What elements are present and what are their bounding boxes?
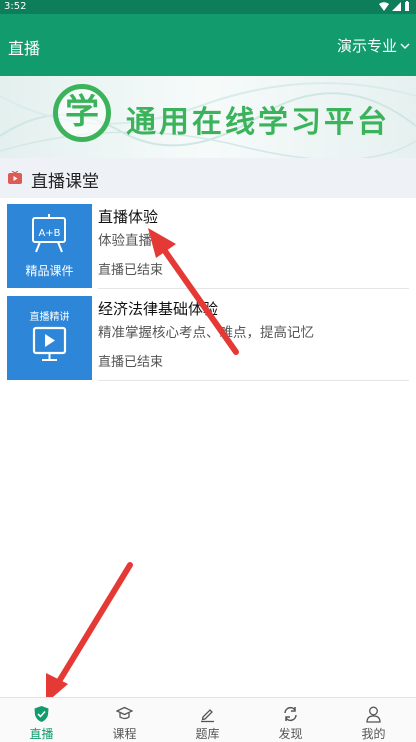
course-title: 经济法律基础体验 — [98, 300, 219, 318]
section-title: 直播课堂 — [31, 172, 99, 192]
chevron-down-icon — [400, 43, 410, 49]
wifi-icon — [379, 1, 389, 11]
course-description: 体验直播 — [98, 233, 152, 249]
bottom-tab-bar: 直播 课程 题库 发现 我的 — [0, 697, 416, 742]
course-item[interactable]: 直播精讲 经济法律基础体验 精准掌握核心考点、难点，提高记忆 直播已结束 — [7, 296, 409, 381]
major-selector[interactable]: 演示专业 — [337, 35, 410, 56]
tab-label: 课程 — [112, 727, 137, 741]
page-title: 直播 — [8, 39, 41, 58]
tab-profile[interactable]: 我的 — [332, 698, 415, 742]
course-thumbnail: A+B 精品课件 — [7, 204, 92, 288]
arrow-to-live-tab — [46, 562, 133, 703]
graduation-cap-icon — [116, 706, 133, 720]
status-time: 3:52 — [4, 1, 27, 12]
course-description: 精准掌握核心考点、难点，提高记忆 — [98, 325, 314, 341]
thumb-caption: 精品课件 — [25, 264, 74, 278]
monitor-play-icon — [32, 326, 67, 361]
section-header: 直播课堂 — [0, 158, 416, 198]
course-title: 直播体验 — [98, 208, 159, 226]
whiteboard-text: A+B — [38, 228, 61, 239]
status-bar: 3:52 — [0, 0, 416, 14]
shield-check-icon — [34, 706, 49, 722]
tv-icon — [8, 171, 22, 184]
tab-live[interactable]: 直播 — [0, 698, 83, 742]
signal-icon — [392, 1, 401, 11]
tab-question-bank[interactable]: 题库 — [166, 698, 249, 742]
banner: 学 通用在线学习平台 — [0, 76, 416, 158]
tab-courses[interactable]: 课程 — [83, 698, 166, 742]
tab-label: 发现 — [278, 727, 303, 741]
course-info: 经济法律基础体验 精准掌握核心考点、难点，提高记忆 直播已结束 — [98, 296, 409, 381]
tab-label: 直播 — [29, 727, 54, 741]
platform-slogan: 通用在线学习平台 — [126, 105, 390, 140]
course-thumbnail: 直播精讲 — [7, 296, 92, 380]
person-icon — [366, 706, 381, 723]
tab-discover[interactable]: 发现 — [249, 698, 332, 742]
tab-label: 我的 — [361, 727, 386, 741]
course-status: 直播已结束 — [98, 263, 164, 278]
refresh-icon — [284, 706, 297, 722]
battery-icon — [405, 1, 409, 11]
app-bar: 直播 演示专业 — [0, 14, 416, 76]
tab-label: 题库 — [195, 727, 220, 741]
platform-logo: 学 — [53, 84, 111, 142]
status-icons — [379, 1, 410, 11]
course-status: 直播已结束 — [98, 355, 164, 370]
course-info: 直播体验 体验直播 直播已结束 — [98, 204, 409, 289]
course-item[interactable]: A+B 精品课件 直播体验 体验直播 直播已结束 — [7, 204, 409, 289]
major-label: 演示专业 — [336, 37, 397, 55]
pencil-icon — [201, 709, 214, 723]
